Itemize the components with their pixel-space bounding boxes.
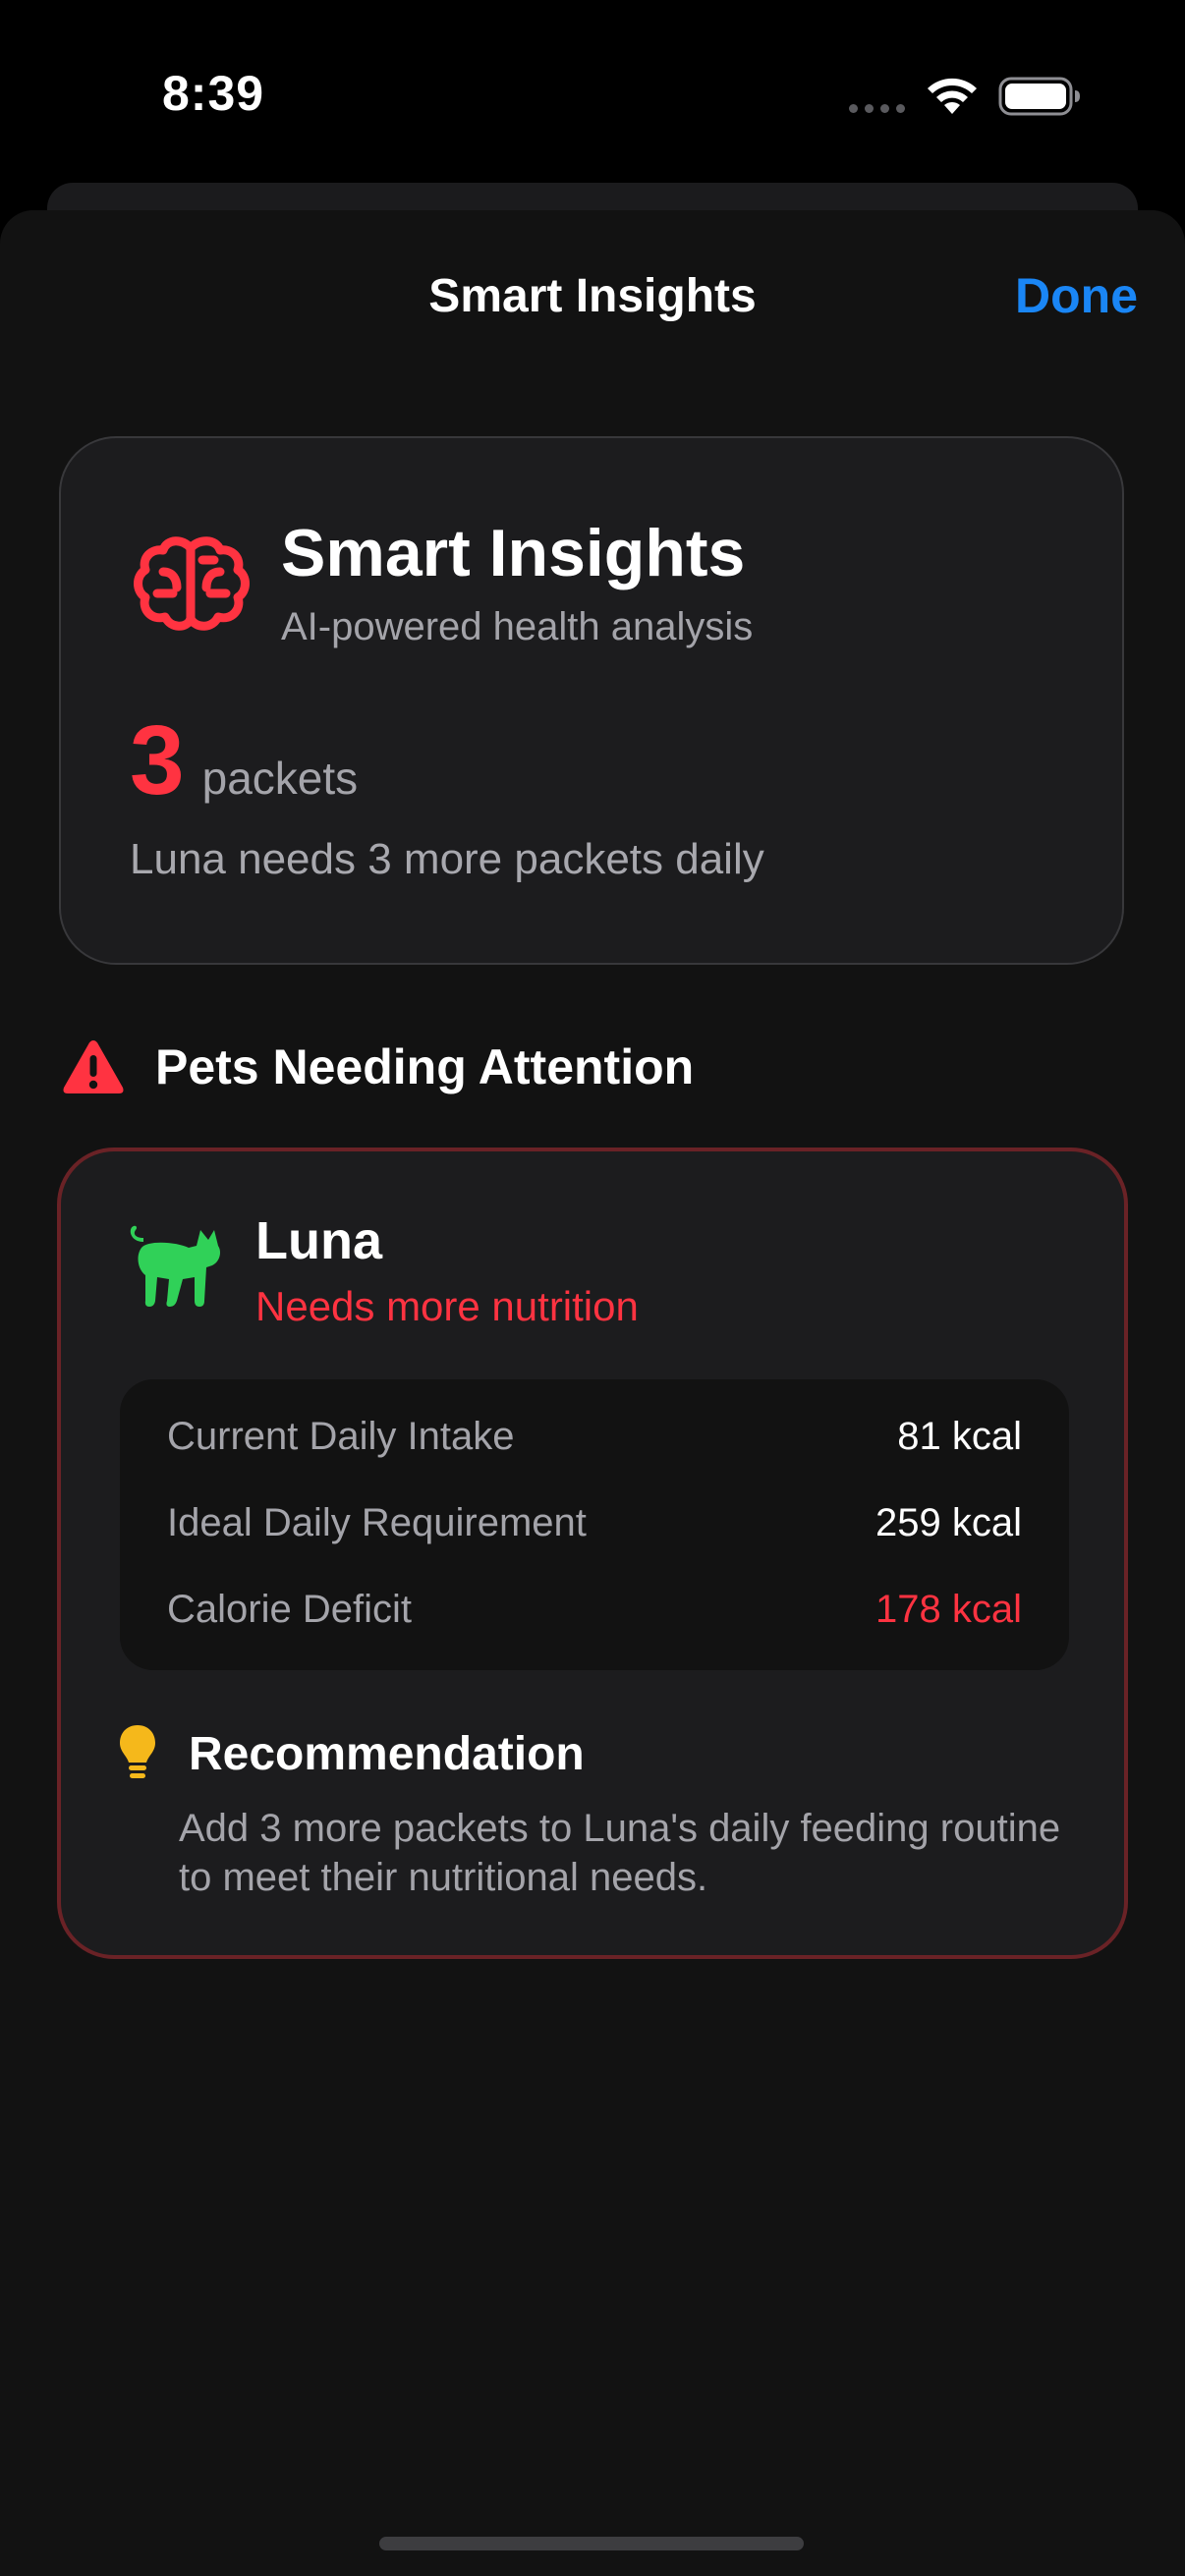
pet-card[interactable]: Luna Needs more nutrition Current Daily … xyxy=(57,1148,1128,1959)
summary-subtitle: AI-powered health analysis xyxy=(281,605,754,648)
wifi-icon xyxy=(928,78,977,114)
lightbulb-icon xyxy=(120,1725,155,1778)
cellular-signal-icon xyxy=(849,104,905,113)
insights-sheet: Smart Insights Done Smart Insights AI-po… xyxy=(0,210,1185,2576)
packet-count-unit: packets xyxy=(201,753,359,804)
warning-triangle-icon xyxy=(63,1040,124,1093)
attention-heading-title: Pets Needing Attention xyxy=(155,1039,695,1094)
summary-title: Smart Insights xyxy=(281,516,746,590)
status-time: 8:39 xyxy=(162,66,265,121)
nutrition-stats: Current Daily Intake 81 kcal Ideal Daily… xyxy=(120,1379,1069,1670)
stat-label: Current Daily Intake xyxy=(167,1414,515,1458)
packet-count-number: 3 xyxy=(130,705,185,815)
cat-icon xyxy=(130,1225,220,1307)
stat-value: 259 kcal xyxy=(875,1500,1022,1544)
done-button[interactable]: Done xyxy=(1015,267,1138,324)
summary-message: Luna needs 3 more packets daily xyxy=(130,835,764,883)
stat-row-ideal-requirement: Ideal Daily Requirement 259 kcal xyxy=(167,1493,1022,1552)
nav-title: Smart Insights xyxy=(428,270,757,322)
stat-row-current-intake: Current Daily Intake 81 kcal xyxy=(167,1407,1022,1466)
recommendation-title: Recommendation xyxy=(189,1728,585,1780)
stat-label: Ideal Daily Requirement xyxy=(167,1500,587,1544)
attention-heading: Pets Needing Attention xyxy=(61,1037,694,1096)
home-indicator[interactable] xyxy=(379,2537,804,2550)
stat-row-calorie-deficit: Calorie Deficit 178 kcal xyxy=(167,1580,1022,1639)
pet-status: Needs more nutrition xyxy=(255,1283,639,1329)
summary-card: Smart Insights AI-powered health analysi… xyxy=(59,436,1124,965)
stat-label: Calorie Deficit xyxy=(167,1587,412,1631)
brain-icon xyxy=(134,536,250,631)
battery-icon xyxy=(998,77,1080,116)
recommendation-body: Add 3 more packets to Luna's daily feedi… xyxy=(179,1807,1061,1899)
packet-count: 3 packets xyxy=(130,711,358,810)
pet-name: Luna xyxy=(255,1211,382,1270)
status-bar: 8:39 xyxy=(0,0,1185,187)
stat-value-deficit: 178 kcal xyxy=(875,1587,1022,1631)
stat-value: 81 kcal xyxy=(897,1414,1022,1458)
